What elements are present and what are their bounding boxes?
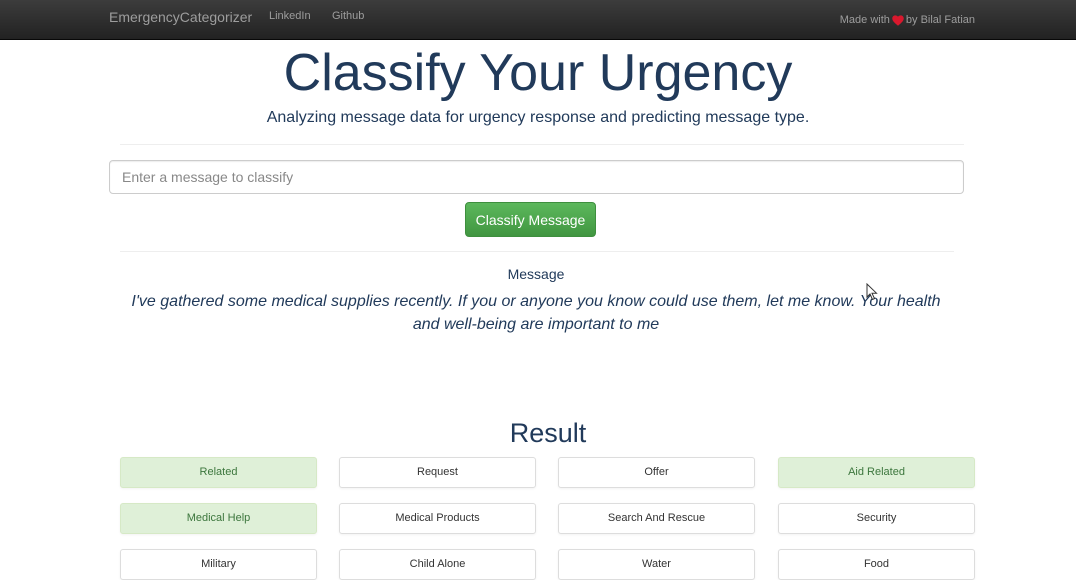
- nav-link-linkedin[interactable]: LinkedIn: [269, 9, 311, 23]
- category-medical-help: Medical Help: [120, 503, 317, 534]
- category-food: Food: [778, 549, 975, 580]
- category-search-and-rescue: Search And Rescue: [558, 503, 755, 534]
- category-aid-related: Aid Related: [778, 457, 975, 488]
- page-title: Classify Your Urgency: [283, 44, 793, 102]
- category-request: Request: [339, 457, 536, 488]
- made-with-prefix: Made with: [839, 14, 890, 26]
- divider-bottom: [120, 251, 954, 252]
- classify-message-button[interactable]: Classify Message: [465, 202, 596, 237]
- message-text: I've gathered some medical supplies rece…: [131, 293, 941, 333]
- category-child-alone: Child Alone: [339, 549, 536, 580]
- category-military: Military: [120, 549, 317, 580]
- mouse-cursor-icon: [866, 283, 878, 301]
- nav-link-github[interactable]: Github: [332, 9, 364, 23]
- page-subtitle: Analyzing message data for urgency respo…: [266, 109, 810, 126]
- category-security: Security: [778, 503, 975, 534]
- category-related: Related: [120, 457, 317, 488]
- category-offer: Offer: [558, 457, 755, 488]
- message-label: Message: [507, 266, 565, 282]
- result-title: Result: [509, 418, 587, 448]
- made-with-suffix: by Bilal Fatian: [905, 14, 975, 26]
- brand-link[interactable]: EmergencyCategorizer: [109, 8, 252, 26]
- message-input[interactable]: [109, 160, 964, 194]
- divider-top: [120, 144, 964, 145]
- navbar: EmergencyCategorizer LinkedIn Github Mad…: [0, 0, 1076, 40]
- category-water: Water: [558, 549, 755, 580]
- category-medical-products: Medical Products: [339, 503, 536, 534]
- heart-icon: [892, 14, 904, 26]
- made-with-credit: Made with by Bilal Fatian: [840, 13, 975, 27]
